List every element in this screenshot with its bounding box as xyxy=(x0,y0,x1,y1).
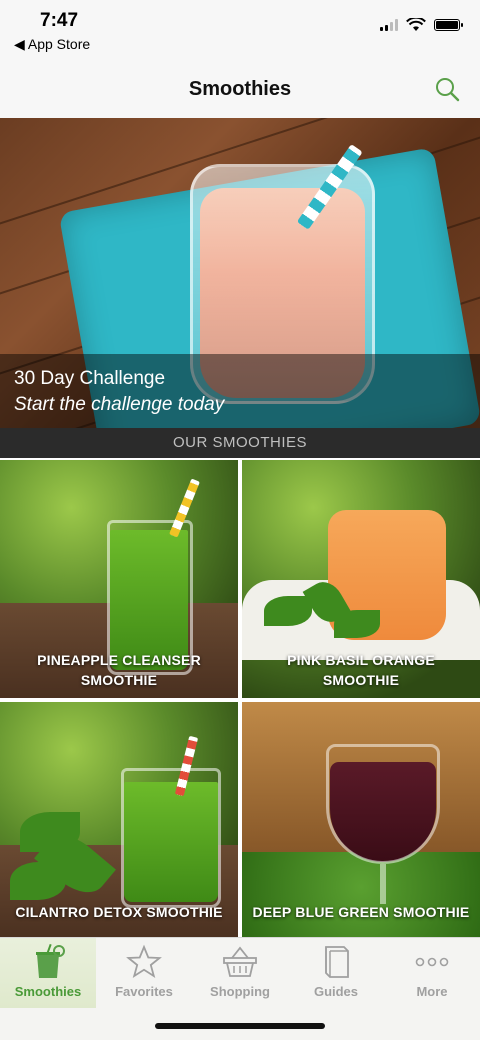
navigation-bar: Smoothies xyxy=(0,60,480,119)
banner-subtitle: Start the challenge today xyxy=(14,394,225,415)
back-to-app-store-link[interactable]: ◀ App Store xyxy=(14,36,90,53)
tab-label: Shopping xyxy=(210,984,270,999)
banner-title: 30 Day Challenge xyxy=(14,368,166,389)
tab-label: Smoothies xyxy=(14,984,82,999)
tile-label: CILANTRO DETOX SMOOTHIE xyxy=(15,904,223,920)
status-icons xyxy=(380,18,463,32)
search-icon[interactable] xyxy=(434,76,460,102)
page-title: Smoothies xyxy=(188,78,292,100)
tab-shopping[interactable]: Shopping xyxy=(192,938,288,1008)
section-header: OUR SMOOTHIES xyxy=(0,428,480,458)
tab-favorites[interactable]: Favorites xyxy=(96,938,192,1008)
smoothie-tile-cilantro-detox[interactable]: CILANTRO DETOX SMOOTHIE xyxy=(0,702,238,940)
cellular-signal-icon xyxy=(380,19,398,31)
tile-label: DEEP BLUE GREEN SMOOTHIE xyxy=(252,904,470,920)
tab-smoothies[interactable]: Smoothies xyxy=(0,938,96,1008)
tab-bar: Smoothies Favorites Shopping Guides More xyxy=(0,937,480,1040)
tab-label: More xyxy=(416,984,448,999)
status-time: 7:47 xyxy=(40,10,79,31)
tab-label: Favorites xyxy=(115,984,173,999)
tab-more[interactable]: More xyxy=(384,938,480,1008)
challenge-banner[interactable]: 30 Day Challenge Start the challenge tod… xyxy=(0,118,480,428)
home-indicator xyxy=(155,1023,325,1029)
wifi-icon xyxy=(406,18,426,31)
basket-icon xyxy=(223,946,257,977)
tab-guides[interactable]: Guides xyxy=(288,938,384,1008)
smoothie-tile-pineapple-cleanser[interactable]: PINEAPPLE CLEANSER SMOOTHIE xyxy=(0,460,238,698)
tile-label: PINEAPPLE CLEANSER SMOOTHIE xyxy=(37,652,201,688)
smoothie-glass-icon xyxy=(36,944,65,978)
book-icon xyxy=(325,946,349,978)
tile-label: PINK BASIL ORANGE SMOOTHIE xyxy=(287,652,435,688)
status-bar: 7:47 ◀ App Store xyxy=(0,0,480,60)
battery-icon xyxy=(434,19,463,31)
more-dots-icon xyxy=(415,957,449,967)
banner-caption-overlay xyxy=(0,354,480,428)
smoothie-tile-deep-blue-green[interactable]: DEEP BLUE GREEN SMOOTHIE xyxy=(242,702,480,940)
smoothie-tile-pink-basil-orange[interactable]: PINK BASIL ORANGE SMOOTHIE xyxy=(242,460,480,698)
tab-label: Guides xyxy=(313,984,359,999)
star-icon xyxy=(126,944,162,979)
